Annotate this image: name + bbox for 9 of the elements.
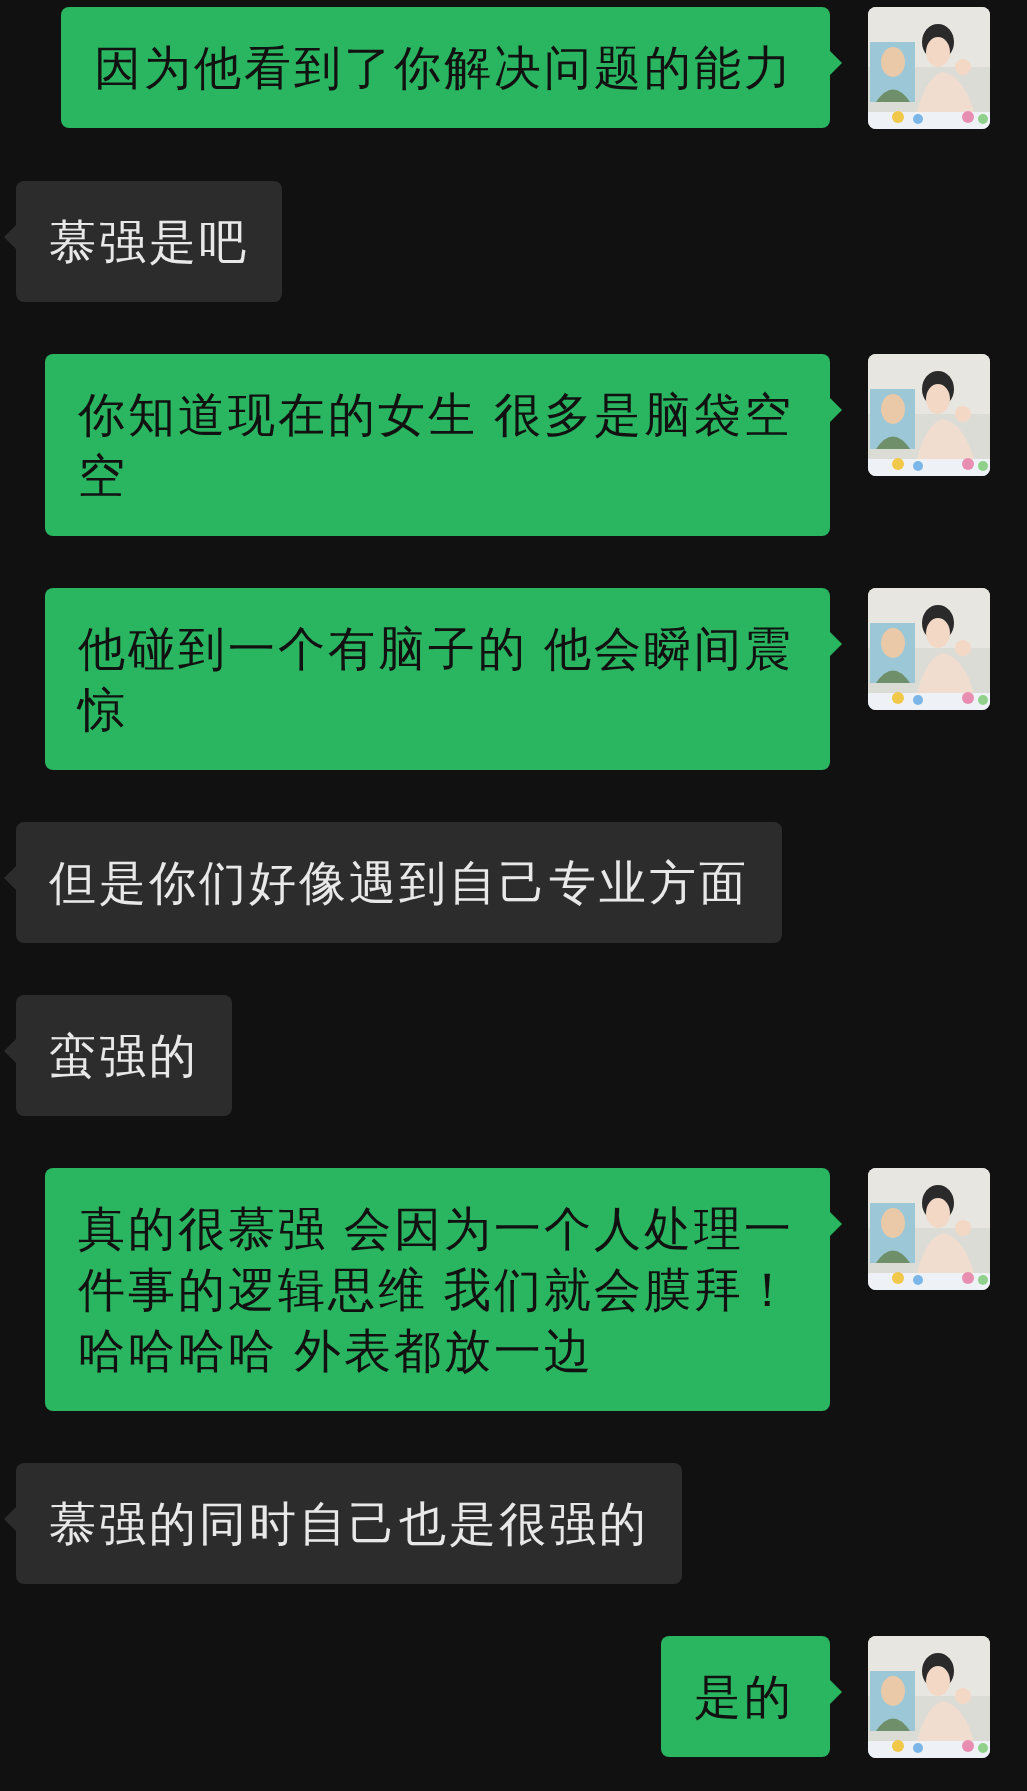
bubble-tail	[4, 1039, 16, 1063]
bubble-tail	[830, 398, 842, 422]
bubble-tail	[4, 225, 16, 249]
bubble-tail	[4, 866, 16, 890]
bubble-tail	[830, 1212, 842, 1236]
bubble-tail	[830, 632, 842, 656]
bubble-tail	[830, 1680, 842, 1704]
bubble-tail	[4, 1507, 16, 1531]
bubble-tail	[830, 51, 842, 75]
